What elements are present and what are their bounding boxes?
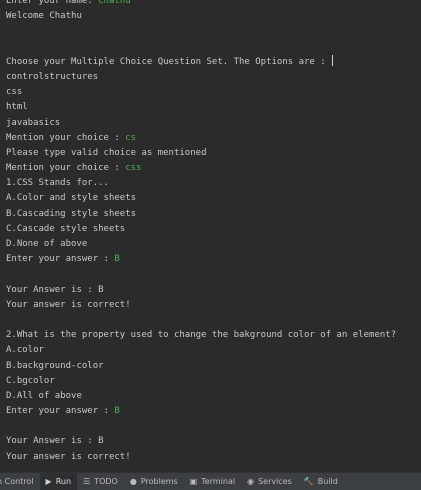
- text-cursor: [332, 54, 334, 66]
- console-line: Your answer is correct!: [6, 450, 416, 465]
- console-line: Mention your choice : cs: [6, 131, 416, 146]
- console-line-text: Welcome Chathu: [6, 11, 82, 22]
- user-input-text: B: [114, 254, 120, 265]
- terminal-icon: ▣: [189, 477, 198, 486]
- console-line-text: Choose your Multiple Choice Question Set…: [6, 56, 332, 67]
- console-line-text: Enter your name:: [6, 0, 99, 6]
- console-line-text: controlstructures: [6, 71, 99, 82]
- console-line: Please type valid choice as mentioned: [6, 146, 416, 161]
- user-input-text: B: [114, 406, 120, 417]
- console-line: A.color: [6, 343, 416, 358]
- console-line-text: Your answer is correct!: [6, 451, 131, 462]
- console-line-text: Enter your answer :: [6, 254, 115, 265]
- console-line: Your Answer is : B: [6, 434, 416, 449]
- console-line: B.Cascading style sheets: [6, 207, 416, 222]
- console-line: Enter your answer : B: [6, 252, 416, 267]
- console-line: javabasics: [6, 116, 416, 131]
- tool-window-bar: n Control ▶ Run ☰ TODO ● Problems ▣ Terminal ◉ Ser…: [0, 472, 421, 490]
- tab-problems[interactable]: ● Problems: [124, 473, 184, 490]
- run-console[interactable]: Enter your name: Chathu Welcome Chathu Cho…: [0, 0, 421, 472]
- console-line-text: javabasics: [6, 117, 61, 128]
- tab-version-control[interactable]: n Control: [0, 473, 40, 490]
- tab-run[interactable]: ▶ Run: [39, 473, 78, 490]
- tab-label: Build: [317, 477, 338, 486]
- console-scrollbar[interactable]: [416, 0, 421, 472]
- tab-label: Problems: [140, 477, 178, 486]
- tab-label: Services: [258, 477, 292, 486]
- console-line: Enter your answer : B: [6, 404, 416, 419]
- console-line-text: Your Answer is : B: [6, 284, 104, 295]
- console-line: Welcome Chathu: [6, 9, 416, 24]
- console-line-text: A.color: [6, 345, 44, 356]
- console-line: css: [6, 85, 416, 100]
- console-line-text: Your Answer is : B: [6, 436, 104, 447]
- console-line: B.background-color: [6, 359, 416, 374]
- problems-icon: ●: [129, 477, 137, 486]
- user-input-text: cs: [125, 132, 137, 143]
- console-line-text: css: [6, 87, 23, 98]
- tab-build[interactable]: 🔨 Build: [298, 473, 344, 490]
- services-icon: ◉: [247, 477, 255, 486]
- build-icon: 🔨: [303, 477, 314, 486]
- console-line: html: [6, 100, 416, 115]
- console-line: C.Cascade style sheets: [6, 222, 416, 237]
- tab-label: TODO: [94, 477, 118, 486]
- console-line: Your Answer is : B: [6, 283, 416, 298]
- tab-label: Run: [55, 477, 72, 486]
- user-input-text: css: [125, 163, 142, 174]
- console-line: C.bgcolor: [6, 374, 416, 389]
- tab-todo[interactable]: ☰ TODO: [77, 473, 124, 490]
- console-line: Your answer is correct!: [6, 298, 416, 313]
- console-line: Enter your name: Chathu: [6, 0, 416, 9]
- console-line-text: Mention your choice :: [6, 163, 126, 174]
- console-line-text: B.Cascading style sheets: [6, 208, 137, 219]
- console-line-text: Enter your answer :: [6, 406, 115, 417]
- console-line-text: Please type valid choice as mentioned: [6, 147, 207, 158]
- console-line-text: A.Color and style sheets: [6, 193, 137, 204]
- console-line-text: Mention your choice :: [6, 132, 126, 143]
- tab-terminal[interactable]: ▣ Terminal: [184, 473, 241, 490]
- todo-icon: ☰: [83, 477, 91, 486]
- console-line-text: 2.What is the property used to change th…: [6, 330, 397, 341]
- console-line-text: D.All of above: [6, 390, 82, 401]
- console-line: 2.What is the property used to change th…: [6, 328, 416, 343]
- tab-label: n Control: [0, 477, 34, 486]
- console-line-text: html: [6, 102, 28, 113]
- console-line-text: C.Cascade style sheets: [6, 223, 126, 234]
- console-line-text: C.bgcolor: [6, 375, 55, 386]
- console-output: Enter your name: Chathu Welcome Chathu Cho…: [6, 0, 416, 465]
- console-line: A.Color and style sheets: [6, 191, 416, 206]
- run-icon: ▶: [45, 477, 52, 486]
- user-input-text: Chathu: [98, 0, 131, 6]
- console-line-text: Your answer is correct!: [6, 299, 131, 310]
- console-line: Mention your choice : css: [6, 161, 416, 176]
- console-line-text: 1.CSS Stands for...: [6, 178, 109, 189]
- tab-label: Terminal: [201, 477, 236, 486]
- console-line: 1.CSS Stands for...: [6, 176, 416, 191]
- console-line: Choose your Multiple Choice Question Set…: [6, 54, 416, 70]
- tab-services[interactable]: ◉ Services: [241, 473, 298, 490]
- console-line: controlstructures: [6, 70, 416, 85]
- console-line: D.None of above: [6, 237, 416, 252]
- console-line: D.All of above: [6, 389, 416, 404]
- console-line-text: D.None of above: [6, 239, 88, 249]
- console-line-text: B.background-color: [6, 360, 104, 371]
